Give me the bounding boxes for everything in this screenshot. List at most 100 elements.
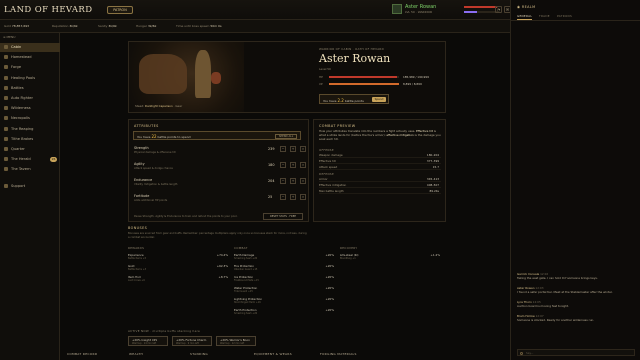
sidebar-item-support[interactable]: Support	[0, 182, 60, 191]
sidebar-item-battles[interactable]: Battles	[0, 84, 60, 93]
bonus-row: Ice Protection Frostbound Plate +15 +20%	[234, 275, 334, 283]
buff-duration: Warmup · 9 min left	[176, 342, 199, 345]
sidebar-item-wilderness[interactable]: Wilderness	[0, 104, 60, 113]
bonus-value: +20%	[325, 286, 334, 290]
sidebar-item-label: Auto Fighter	[11, 96, 33, 100]
forging-materials-heading: FORGING MATERIALS	[320, 352, 357, 356]
chat-input[interactable]: Say...	[517, 349, 635, 356]
max-button[interactable]: »	[300, 178, 306, 184]
attribute-row: Fortitude Adds additional HP points 25 − + »	[134, 194, 306, 206]
stat-value: 89.24s	[429, 189, 439, 193]
bonus-value: +8.7%	[218, 275, 228, 279]
bonuses-title: BONUSES	[128, 226, 148, 230]
max-button[interactable]: »	[300, 146, 306, 152]
chat-text: Auction board is moving fast tonight.	[517, 304, 569, 308]
attribute-row: Strength Physical damage & offensive hit 2…	[134, 146, 306, 158]
patron-button[interactable]: PATRON	[107, 6, 133, 14]
attributes-footer: Pause Strength, Agility & Endurance to t…	[134, 215, 238, 218]
player-subtitle: LVL 50 · WARRIOR	[405, 10, 433, 14]
avatar[interactable]	[392, 4, 402, 14]
attribute-description: Physical damage & offensive hit	[134, 151, 176, 154]
app-title[interactable]: LAND OF HEVARD	[4, 5, 92, 15]
offense-label: OFFENSE	[319, 148, 334, 152]
sidebar-item-label: Quarter	[11, 147, 25, 151]
bell-icon[interactable]: ◔	[495, 6, 502, 13]
necropolis-icon	[4, 116, 8, 121]
increase-button[interactable]: +	[290, 178, 296, 184]
shield-illustration	[211, 72, 221, 84]
bonus-column-heading: COMBAT	[234, 246, 248, 250]
sidebar-item-label: Support	[11, 183, 26, 188]
attribute-value: 204	[268, 179, 275, 183]
attributes-title: ATTRIBUTES	[134, 124, 159, 128]
sidebar-item-auto-fighter[interactable]: Auto Fighter	[0, 94, 60, 103]
chat-text: Someone is stocked. Ready for another wi…	[517, 318, 595, 322]
spend-button[interactable]: Spend	[372, 97, 386, 102]
attribute-name: Fortitude	[134, 194, 150, 198]
attribute-description: Attack speed & dodge chance	[134, 167, 173, 170]
decrease-button[interactable]: −	[280, 194, 286, 200]
stat-boss-timer: Time until boss spawn 50m 0s	[176, 24, 222, 28]
sidebar-item-healing-pools[interactable]: Healing Pools	[0, 74, 60, 83]
bonus-column-heading: REWARDS	[128, 246, 145, 250]
spend-all-button[interactable]: SPEND ALL	[275, 134, 297, 139]
bonus-value: +74.4%	[216, 253, 228, 257]
stat-label: Weapon damage	[319, 153, 343, 157]
tab-trade[interactable]: TRADE	[539, 14, 550, 18]
decrease-button[interactable]: −	[280, 162, 286, 168]
sidebar-item-forge[interactable]: Forge	[0, 63, 60, 72]
stat-label: Effective mitigation	[319, 183, 347, 187]
the-reaping-icon	[4, 126, 8, 131]
stat-row: Effective mitigation 408–507	[319, 183, 441, 188]
stat-value: 408–507	[426, 183, 439, 187]
max-button[interactable]: »	[300, 194, 306, 200]
sidebar-item-quarter[interactable]: Quarter	[0, 145, 60, 154]
horse-illustration	[139, 54, 187, 94]
attribute-value: 25	[268, 195, 273, 199]
active-buff-chip[interactable]: +20% Warrior's Boon Warmup · 12 min left	[216, 336, 256, 346]
sidebar-item-tithe-brokes[interactable]: Tithe Brokes	[0, 135, 60, 144]
attribute-value: 239	[268, 147, 275, 151]
stat-value: 15.7	[432, 165, 439, 169]
defense-label: DEFENSE	[319, 172, 335, 176]
combat-preview-panel: COMBAT PREVIEW How your attributes trans…	[313, 119, 446, 222]
bonuses-description: Bonuses are sourced from gear and buffs.…	[128, 232, 307, 239]
attribute-value: 180	[268, 163, 275, 167]
decrease-button[interactable]: −	[280, 146, 286, 152]
bonus-source: Bloodfang +1	[340, 256, 356, 260]
sidebar-item-homestead[interactable]: Homestead	[0, 53, 60, 62]
active-buff-chip[interactable]: +20% Fortune Charm Warmup · 9 min left	[172, 336, 212, 346]
max-button[interactable]: »	[300, 162, 306, 168]
sidebar-item-the-herald[interactable]: The Herald 26	[0, 155, 60, 164]
buff-duration: Warmup · 14 min left	[132, 342, 157, 345]
sidebar-item-necropolis[interactable]: Necropolis	[0, 114, 60, 123]
bonus-source: Battle Items +5	[128, 256, 147, 260]
reset-stats-button[interactable]: RESET STATS · FREE	[263, 213, 303, 220]
player-hp-bar	[464, 6, 498, 8]
hero-caption: Steed: Darklight Caparison · Gear	[135, 104, 183, 108]
sidebar-item-the-tavern[interactable]: The Tavern	[0, 165, 60, 174]
sidebar-item-label: The Herald	[11, 157, 31, 162]
tab-general[interactable]: GENERAL	[517, 14, 533, 20]
sidebar-item-cabin[interactable]: Cabin	[0, 43, 60, 52]
bonus-source: Obsidian Guard +15	[234, 267, 258, 271]
bonus-value: +62.3%	[216, 264, 228, 268]
sidebar: ≡ MENU Cabin Homestead Forge Healing Pools B…	[0, 33, 60, 360]
sidebar-item-label: Homestead	[11, 55, 32, 60]
bonus-row: Gold Battle Items +3 +62.3%	[128, 264, 228, 272]
sidebar-item-label: Cabin	[11, 45, 22, 49]
sidebar-item-label: Battles	[11, 85, 24, 90]
decrease-button[interactable]: −	[280, 178, 286, 184]
sidebar-item-the-reaping[interactable]: The Reaping	[0, 125, 60, 134]
increase-button[interactable]: +	[290, 162, 296, 168]
attribute-name: Agility	[134, 162, 145, 166]
tab-patrons[interactable]: PATRONS	[557, 14, 572, 18]
increase-button[interactable]: +	[290, 194, 296, 200]
the-tavern-icon	[4, 167, 8, 172]
attribute-description: Vitality mitigation & battle length	[134, 183, 178, 186]
increase-button[interactable]: +	[290, 146, 296, 152]
stat-row: Max battle length 89.24s	[319, 189, 441, 194]
stat-value: 377–399	[426, 159, 439, 163]
equipment-heading: EQUIPMENT & WEARS	[254, 352, 292, 356]
active-buff-chip[interactable]: +20% Insight XP1 Warmup · 14 min left	[128, 336, 168, 346]
